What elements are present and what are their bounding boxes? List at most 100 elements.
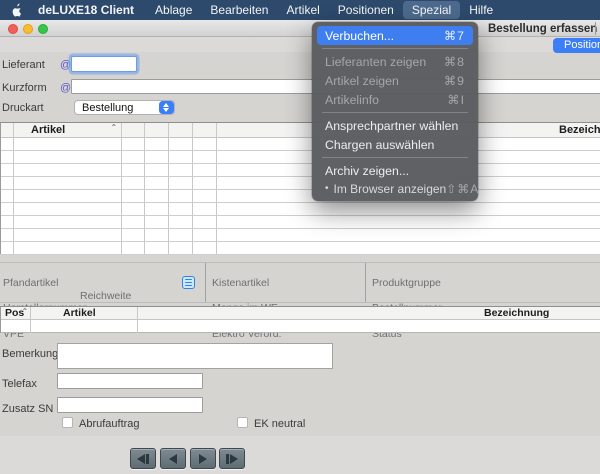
zusatz-sn-input[interactable] [57, 397, 203, 413]
sort-ascending-icon[interactable]: ˆ [112, 124, 115, 135]
abrufauftrag-label: Abrufauftrag [79, 418, 140, 430]
ek-neutral-checkbox[interactable] [237, 417, 248, 428]
pos-table-col-bezeichnung[interactable]: Bezeichnung [484, 307, 549, 319]
bemerkung-label: Bemerkung [2, 348, 58, 360]
article-table-header: Artikel ˆ Bezeichnung [1, 123, 600, 138]
shortcut-label: ⌘I [447, 93, 465, 107]
article-table-col-bezeichnung[interactable]: Bezeichnung [559, 124, 600, 136]
shortcut-label: ⌘9 [444, 74, 465, 88]
spezial-dropdown-menu: Verbuchen... ⌘7 Lieferanten zeigen ⌘8 Ar… [312, 22, 478, 201]
menubar-item-ablage[interactable]: Ablage [146, 1, 201, 19]
pfandartikel-label: Pfandartikel [3, 277, 86, 290]
article-table: Artikel ˆ Bezeichnung [0, 122, 600, 254]
telefax-input[interactable] [57, 373, 203, 389]
table-row[interactable] [1, 164, 600, 177]
column-divider [216, 123, 217, 254]
table-row[interactable] [1, 320, 600, 333]
menubar-item-hilfe[interactable]: Hilfe [460, 1, 502, 19]
bullet-icon: • [325, 183, 329, 194]
table-row[interactable] [1, 203, 600, 216]
menubar-item-artikel[interactable]: Artikel [277, 1, 328, 19]
ek-neutral-label: EK neutral [254, 418, 305, 430]
bemerkung-input[interactable] [57, 343, 333, 369]
panel-divider [205, 263, 206, 302]
table-row[interactable] [1, 177, 600, 190]
previous-icon [169, 454, 177, 464]
menubar-item-spezial[interactable]: Spezial [403, 1, 460, 19]
zoom-window-button[interactable] [38, 24, 48, 34]
info-panel: Pfandartikel Herstellernummer VPE Reichw… [0, 262, 600, 303]
column-divider [192, 123, 193, 254]
menubar-app-name[interactable]: deLUXE18 Client [32, 3, 140, 17]
table-row[interactable] [1, 242, 600, 255]
last-record-button[interactable] [219, 448, 245, 469]
table-row[interactable] [1, 190, 600, 203]
column-divider [13, 123, 14, 254]
shortcut-label: ⌘8 [444, 55, 465, 69]
previous-record-button[interactable] [160, 448, 186, 469]
menu-item-lieferanten-zeigen[interactable]: Lieferanten zeigen ⌘8 [317, 52, 473, 71]
shortcut-label: ⇧⌘A [446, 182, 479, 196]
shortcut-label: ⌘7 [444, 29, 465, 43]
table-row[interactable] [1, 216, 600, 229]
skip-last-icon [230, 454, 238, 464]
menu-item-ansprechpartner-waehlen[interactable]: Ansprechpartner wählen [317, 116, 473, 135]
druckart-select[interactable]: Bestellung [74, 100, 175, 115]
column-divider [144, 123, 145, 254]
menu-separator [322, 157, 468, 158]
list-icon[interactable] [182, 276, 195, 289]
article-table-col-artikel[interactable]: Artikel [31, 124, 65, 136]
menu-item-artikel-zeigen[interactable]: Artikel zeigen ⌘9 [317, 71, 473, 90]
abrufauftrag-checkbox[interactable] [62, 417, 73, 428]
menu-item-archiv-zeigen[interactable]: Archiv zeigen... [317, 161, 473, 180]
toolbar-band [0, 37, 600, 52]
column-divider [168, 123, 169, 254]
kurzform-label: Kurzform [2, 82, 47, 94]
pos-table-col-pos[interactable]: Pos [5, 307, 24, 319]
column-divider [121, 123, 122, 254]
lieferant-label: Lieferant [2, 59, 45, 71]
kistenartikel-label: Kistenartikel [212, 277, 281, 290]
first-record-button[interactable] [130, 448, 156, 469]
menubar: deLUXE18 Client Ablage Bearbeiten Artike… [0, 0, 600, 20]
table-row[interactable] [1, 138, 600, 151]
menubar-item-bearbeiten[interactable]: Bearbeiten [201, 1, 277, 19]
telefax-label: Telefax [2, 378, 37, 390]
titlebar-divider [595, 22, 596, 35]
pos-table-header: Pos ˆ Artikel Bezeichnung [1, 307, 600, 320]
column-divider [30, 307, 31, 333]
skip-first-icon [137, 454, 145, 464]
window-titlebar: Bestellung erfassen [0, 20, 600, 37]
zusatz-sn-label: Zusatz SN [2, 403, 53, 415]
column-divider [137, 307, 138, 333]
pos-table: Pos ˆ Artikel Bezeichnung [0, 306, 600, 333]
druckart-label: Druckart [2, 102, 44, 114]
produktgruppe-label: Produktgruppe [372, 277, 442, 290]
menu-item-artikelinfo[interactable]: Artikelinfo ⌘I [317, 90, 473, 109]
druckart-selected-value: Bestellung [75, 102, 159, 114]
panel-divider [365, 263, 366, 302]
menu-separator [322, 48, 468, 49]
lieferant-at-icon[interactable]: @ [60, 59, 71, 71]
pos-table-col-artikel[interactable]: Artikel [63, 307, 96, 319]
table-row[interactable] [1, 229, 600, 242]
menu-item-chargen-auswaehlen[interactable]: Chargen auswählen [317, 135, 473, 154]
reichweite-label: Reichweite [80, 290, 131, 303]
bottom-band [0, 436, 600, 474]
close-window-button[interactable] [8, 24, 18, 34]
menu-separator [322, 112, 468, 113]
position-button[interactable]: Positionen [553, 38, 600, 53]
kurzform-at-icon[interactable]: @ [60, 82, 71, 94]
table-row[interactable] [1, 151, 600, 164]
dropdown-stepper-icon [159, 101, 174, 114]
window-title: Bestellung erfassen [488, 23, 597, 35]
apple-logo-icon[interactable] [11, 3, 23, 17]
lieferant-input[interactable] [71, 56, 137, 72]
menubar-item-positionen[interactable]: Positionen [329, 1, 403, 19]
menu-item-im-browser-anzeigen[interactable]: • Im Browser anzeigen ⇧⌘A [317, 180, 473, 197]
menu-item-verbuchen[interactable]: Verbuchen... ⌘7 [317, 26, 473, 45]
next-record-button[interactable] [190, 448, 216, 469]
minimize-window-button[interactable] [23, 24, 33, 34]
sort-ascending-icon[interactable]: ˆ [23, 307, 27, 319]
next-icon [199, 454, 207, 464]
